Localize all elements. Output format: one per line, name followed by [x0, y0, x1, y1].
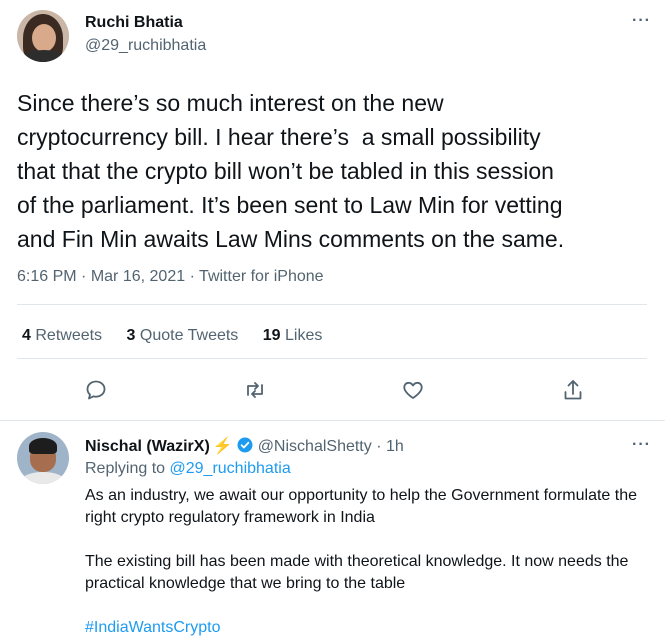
retweet-icon: [247, 382, 263, 398]
reply-button[interactable]: [84, 378, 108, 402]
share-icon: [564, 380, 582, 400]
tweet-text: Since there’s so much interest on the ne…: [17, 90, 565, 252]
heart-icon: [403, 381, 423, 399]
retweets-label: Retweets: [35, 327, 103, 344]
more-options-icon[interactable]: ···: [632, 437, 651, 453]
meta-separator: ·: [189, 268, 195, 285]
reply-author-name[interactable]: Nischal (WazirX): [85, 438, 210, 455]
likes-stat[interactable]: 19 Likes: [263, 327, 323, 344]
reply-paragraph: The existing bill has been made with the…: [85, 553, 629, 592]
author-name[interactable]: Ruchi Bhatia: [85, 14, 183, 32]
reply-paragraph: As an industry, we await our opportunity…: [85, 487, 637, 526]
more-options-icon[interactable]: ···: [632, 13, 651, 29]
tweet-stats: 4 Retweets 3 Quote Tweets 19 Likes: [22, 327, 342, 345]
likes-count: 19: [262, 327, 281, 344]
reply-header: Nischal (WazirX) ⚡ @NischalShetty · 1h: [85, 436, 404, 456]
hashtag-link[interactable]: #IndiaWantsCrypto: [85, 617, 655, 639]
meta-separator: ·: [81, 268, 87, 285]
tweet-time[interactable]: 6:16 PM: [17, 268, 77, 285]
retweet-button[interactable]: [243, 378, 267, 402]
author-handle[interactable]: @29_ruchibhatia: [85, 37, 206, 55]
replying-to: Replying to @29_ruchibhatia: [85, 460, 291, 478]
divider: [17, 304, 647, 305]
quotes-label: Quote Tweets: [139, 327, 239, 344]
tweet-date[interactable]: Mar 16, 2021: [91, 268, 185, 285]
reply-icon: [86, 380, 106, 400]
replying-to-label: Replying to: [85, 460, 166, 477]
reply-author-handle[interactable]: @NischalShetty: [258, 438, 372, 455]
main-tweet: Ruchi Bhatia @29_ruchibhatia ··· Since t…: [0, 0, 665, 420]
tweet-meta: 6:16 PM · Mar 16, 2021 · Twitter for iPh…: [17, 268, 324, 286]
like-button[interactable]: [401, 378, 425, 402]
replying-to-link[interactable]: @29_ruchibhatia: [170, 460, 291, 477]
verified-badge-icon: [237, 437, 253, 453]
avatar[interactable]: [17, 432, 69, 484]
quote-tweets-stat[interactable]: 3 Quote Tweets: [127, 327, 239, 344]
reply-text: As an industry, we await our opportunity…: [85, 485, 655, 639]
reply-time[interactable]: 1h: [386, 438, 404, 455]
reply-tweet[interactable]: Nischal (WazirX) ⚡ @NischalShetty · 1h ···…: [0, 421, 665, 640]
retweets-stat[interactable]: 4 Retweets: [22, 327, 102, 344]
time-separator: ·: [376, 438, 382, 455]
lightning-icon: ⚡: [212, 438, 233, 455]
avatar[interactable]: [17, 10, 69, 62]
quotes-count: 3: [126, 327, 136, 344]
likes-label: Likes: [285, 327, 323, 344]
share-button[interactable]: [561, 378, 585, 402]
tweet-source[interactable]: Twitter for iPhone: [199, 268, 324, 285]
divider: [17, 358, 647, 359]
retweets-count: 4: [22, 327, 31, 344]
